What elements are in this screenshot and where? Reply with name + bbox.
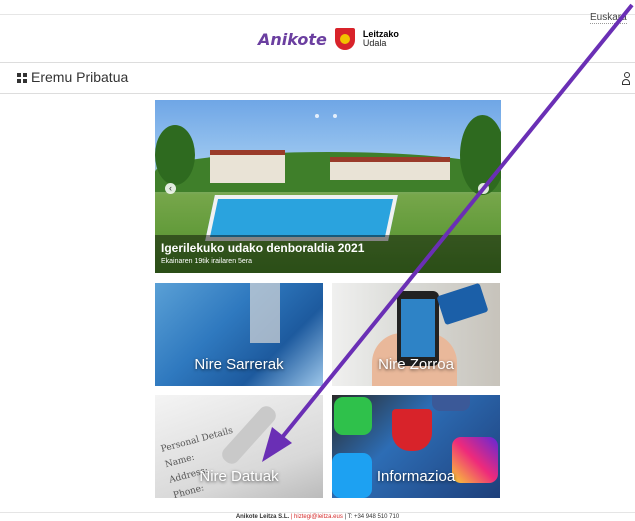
municipality-name: Leitzako Udala	[363, 30, 399, 48]
facebook-icon	[432, 395, 470, 411]
tile-label: Nire Datuak	[199, 468, 279, 485]
footer: Anikote Leitza S.L. | hiztegi@leitza.eus…	[0, 514, 635, 520]
user-icon[interactable]	[622, 72, 630, 85]
credit-card-icon	[436, 283, 489, 326]
phone-decor	[397, 291, 439, 366]
tile-nire-sarrerak[interactable]: Nire Sarrerak	[155, 283, 323, 386]
whatsapp-icon	[334, 397, 372, 435]
tile-nire-datuak[interactable]: Personal Details Name: Address: Phone: N…	[155, 395, 323, 498]
tree-decor	[155, 125, 195, 185]
footer-phone: | T: +34 948 510 710	[344, 514, 400, 520]
tile-informazioa[interactable]: Informazioa	[332, 395, 500, 498]
pool-ladder-decor	[250, 283, 280, 343]
footer-divider	[0, 512, 635, 513]
tile-nire-zorroa[interactable]: Nire Zorroa	[332, 283, 500, 386]
carousel-next-icon[interactable]: ›	[478, 183, 489, 194]
leitza-shield-icon	[334, 28, 355, 50]
carousel-subtitle: Ekainaren 19tik irailaren 5era	[161, 258, 253, 265]
municipality-line2: Udala	[362, 38, 387, 48]
top-divider	[0, 14, 635, 15]
footer-email[interactable]: | hiztegi@leitza.eus	[291, 514, 343, 520]
grid-menu-icon[interactable]	[17, 73, 27, 83]
navbar: Eremu Pribatua	[0, 62, 635, 94]
tile-label: Nire Sarrerak	[194, 356, 284, 373]
page-title[interactable]: Eremu Pribatua	[31, 69, 128, 85]
anikote-logo: Anikote	[258, 29, 327, 49]
building-decor	[210, 150, 285, 183]
tile-label: Nire Zorroa	[378, 356, 454, 373]
carousel-title: Igerilekuko udako denboraldia 2021	[161, 241, 365, 255]
carousel-caption: Igerilekuko udako denboraldia 2021 Ekain…	[155, 235, 501, 273]
carousel-dots[interactable]	[315, 105, 351, 123]
footer-company: Anikote Leitza S.L.	[235, 514, 290, 520]
tile-label: Informazioa	[376, 468, 456, 485]
hero-carousel[interactable]: ‹ › Igerilekuko udako denboraldia 2021 E…	[155, 100, 501, 273]
language-selector[interactable]: Euskara	[590, 12, 627, 24]
carousel-prev-icon[interactable]: ‹	[165, 183, 176, 194]
leitza-shield-icon	[392, 409, 432, 451]
building-decor	[330, 157, 450, 180]
site-logo[interactable]: Anikote Leitzako Udala	[258, 22, 399, 56]
